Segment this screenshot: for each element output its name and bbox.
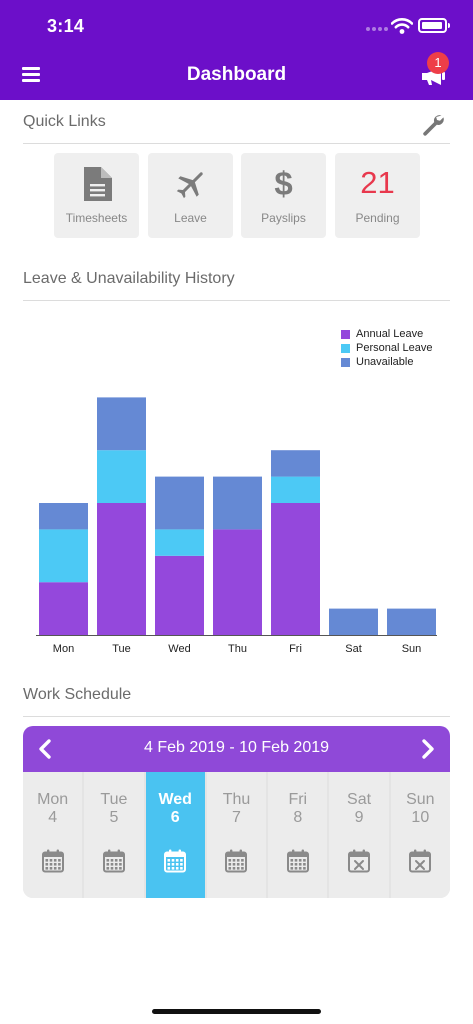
legend-item: Annual Leave [341, 327, 432, 341]
quick-link-payslips[interactable]: $ Payslips [241, 153, 326, 238]
x-tick-label: Sun [402, 643, 422, 655]
schedule-day-name: Tue [100, 791, 128, 808]
bar-wed-annual-leave [155, 555, 204, 635]
bar-mon-unavailable [39, 503, 88, 530]
schedule-day-name: Sun [406, 791, 435, 808]
calendar-x-icon [348, 849, 371, 873]
legend-swatch [341, 329, 350, 339]
bar-fri-personal-leave [271, 476, 320, 503]
airplane-icon [176, 172, 203, 199]
app-header: 3:14 Dashboard 1 [0, 0, 473, 100]
history-title: Leave & Unavailability History [23, 270, 235, 287]
quick-link-leave[interactable]: Leave [148, 153, 233, 238]
document-icon [83, 167, 112, 201]
x-tick-label: Thu [228, 643, 247, 655]
calendar-icon [164, 849, 187, 873]
divider [23, 300, 450, 301]
schedule-day-date: 7 [232, 809, 241, 826]
x-tick-label: Sat [345, 643, 362, 655]
bar-sat-unavailable [329, 608, 378, 635]
home-indicator[interactable] [152, 1009, 321, 1014]
calendar-x-icon [409, 849, 432, 873]
divider [23, 143, 450, 144]
legend-label: Personal Leave [356, 342, 433, 354]
x-tick-label: Wed [168, 643, 190, 655]
schedule-day-name: Mon [37, 791, 69, 808]
schedule-day-date: 6 [170, 809, 180, 826]
status-time: 3:14 [47, 16, 85, 36]
schedule-day-name: Fri [288, 791, 308, 808]
legend-label: Annual Leave [356, 328, 424, 340]
bar-thu-unavailable [213, 476, 262, 530]
notification-badge: 1 [427, 52, 449, 74]
bar-mon-annual-leave [39, 582, 88, 635]
x-tick-label: Mon [53, 643, 74, 655]
schedule-day-date: 8 [293, 809, 303, 826]
bar-sun-unavailable [387, 608, 436, 635]
schedule-day-tue[interactable]: Tue 5 [84, 772, 144, 898]
schedule-day-name: Wed [158, 791, 192, 808]
bar-wed-personal-leave [155, 529, 204, 556]
quick-link-label: Timesheets [65, 211, 128, 225]
quick-links-title: Quick Links [23, 113, 106, 130]
schedule-day-fri[interactable]: Fri 8 [268, 772, 328, 898]
schedule-days: Mon 4 Tue 5 Wed 6 Thu 7 Fri 8 Sat 9 Sun 10 [23, 772, 450, 898]
bar-fri-annual-leave [271, 503, 320, 635]
schedule-day-name: Sat [347, 791, 372, 808]
schedule-header: 4 Feb 2019 - 10 Feb 2019 [23, 726, 450, 772]
page-title: Dashboard [186, 64, 287, 85]
legend-item: Personal Leave [341, 341, 432, 355]
schedule-title: Work Schedule [23, 686, 132, 703]
schedule-day-thu[interactable]: Thu 7 [206, 772, 267, 898]
quick-link-label: Payslips [261, 211, 306, 225]
calendar-icon [102, 849, 125, 873]
chevron-right-icon[interactable] [415, 737, 439, 761]
legend-swatch [341, 343, 350, 353]
schedule-day-mon[interactable]: Mon 4 [23, 772, 83, 898]
schedule-date-range: 4 Feb 2019 - 10 Feb 2019 [143, 739, 330, 756]
legend-label: Unavailable [356, 356, 414, 368]
legend-item: Unavailable [341, 355, 432, 369]
bar-thu-annual-leave [213, 529, 262, 635]
cellular-signal-icon [366, 27, 388, 31]
schedule-day-date: 4 [48, 809, 58, 826]
schedule-day-sun[interactable]: Sun 10 [390, 772, 450, 898]
calendar-icon [41, 849, 64, 873]
bar-tue-annual-leave [97, 503, 146, 635]
dollar-icon: $ [274, 165, 293, 202]
quick-link-label: Leave [174, 211, 207, 225]
schedule-day-date: 10 [411, 809, 430, 826]
wrench-icon[interactable] [421, 112, 445, 136]
calendar-icon [286, 849, 309, 873]
chart-legend: Annual Leave Personal Leave Unavailable [341, 327, 432, 369]
pending-count: 21 [360, 165, 395, 200]
schedule-day-name: Thu [222, 791, 251, 808]
x-tick-label: Tue [112, 643, 131, 655]
bar-tue-personal-leave [97, 450, 146, 503]
quick-link-timesheets[interactable]: Timesheets [54, 153, 139, 238]
legend-swatch [341, 357, 350, 367]
schedule-day-sat[interactable]: Sat 9 [329, 772, 389, 898]
divider [23, 716, 450, 717]
schedule-day-wed[interactable]: Wed 6 [145, 772, 205, 898]
wifi-icon [391, 18, 413, 34]
quick-link-label: Pending [355, 211, 400, 225]
battery-icon [418, 18, 450, 33]
bar-fri-unavailable [271, 450, 320, 477]
x-tick-label: Fri [289, 643, 302, 655]
calendar-icon [225, 849, 248, 873]
bar-wed-unavailable [155, 476, 204, 530]
schedule-day-date: 5 [109, 809, 119, 826]
quick-link-pending[interactable]: 21 Pending [335, 153, 420, 238]
bar-mon-personal-leave [39, 529, 88, 583]
bar-tue-unavailable [97, 397, 146, 451]
schedule-day-date: 9 [354, 809, 364, 826]
